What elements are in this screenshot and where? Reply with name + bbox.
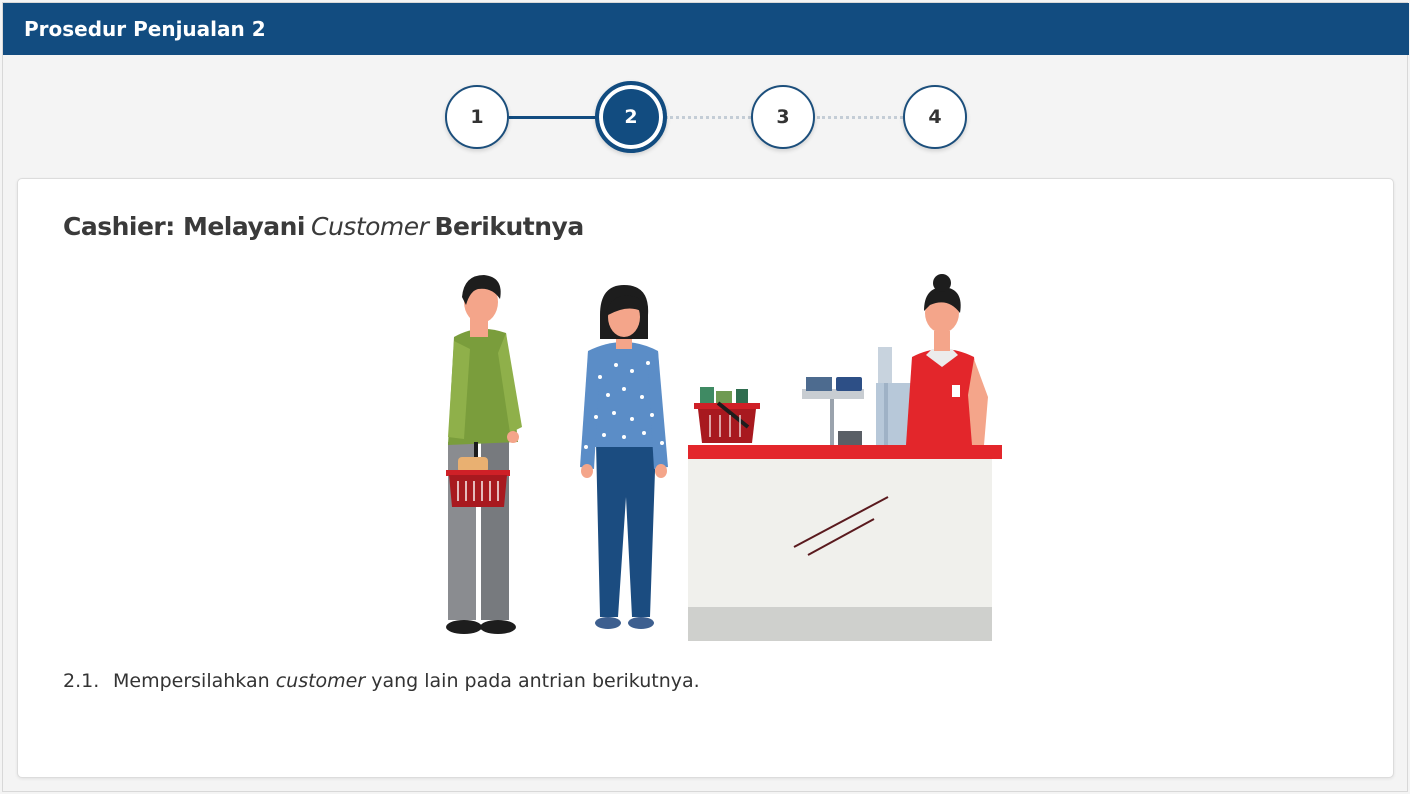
page-header: Prosedur Penjualan 2 — [3, 3, 1409, 55]
step-2-label: 2 — [624, 106, 638, 128]
card-reader — [802, 377, 864, 445]
title-text-em: Customer — [311, 212, 429, 241]
content-card: Cashier: Melayani Customer Berikutnya 2.… — [17, 178, 1394, 778]
step-2[interactable]: 2 — [595, 81, 667, 153]
step-connector-2-3 — [665, 116, 751, 119]
cashier-scene-illustration — [446, 274, 1002, 641]
step-4-label: 4 — [928, 106, 942, 128]
page-title: Prosedur Penjualan 2 — [24, 17, 266, 41]
instruction-text-2: yang lain pada antrian berikutnya. — [371, 670, 700, 692]
instruction-text-em: customer — [275, 670, 366, 692]
content-title: Cashier: Melayani Customer Berikutnya — [63, 212, 584, 241]
step-3[interactable]: 3 — [751, 85, 815, 149]
app-frame: Prosedur Penjualan 2 1 2 3 4 Cashier: Me… — [2, 2, 1409, 792]
step-1[interactable]: 1 — [445, 85, 509, 149]
title-text-2: Berikutnya — [434, 212, 584, 241]
instruction-text-1: Mempersilahkan — [113, 670, 270, 692]
step-indicator: 1 2 3 4 — [3, 55, 1409, 179]
step-connector-1-2 — [509, 116, 601, 119]
instruction-number: 2.1. — [63, 670, 100, 692]
checkout-counter — [688, 445, 1002, 641]
step-1-label: 1 — [470, 106, 484, 128]
counter-basket — [694, 387, 760, 443]
cashier-figure — [906, 274, 988, 445]
step-3-label: 3 — [776, 106, 790, 128]
step-connector-3-4 — [817, 116, 903, 119]
title-text-1: Cashier: Melayani — [63, 212, 306, 241]
customer-woman-figure — [580, 285, 668, 629]
step-4[interactable]: 4 — [903, 85, 967, 149]
instruction-item: 2.1. Mempersilahkan customer yang lain pa… — [63, 670, 700, 692]
customer-man-figure — [446, 275, 522, 634]
